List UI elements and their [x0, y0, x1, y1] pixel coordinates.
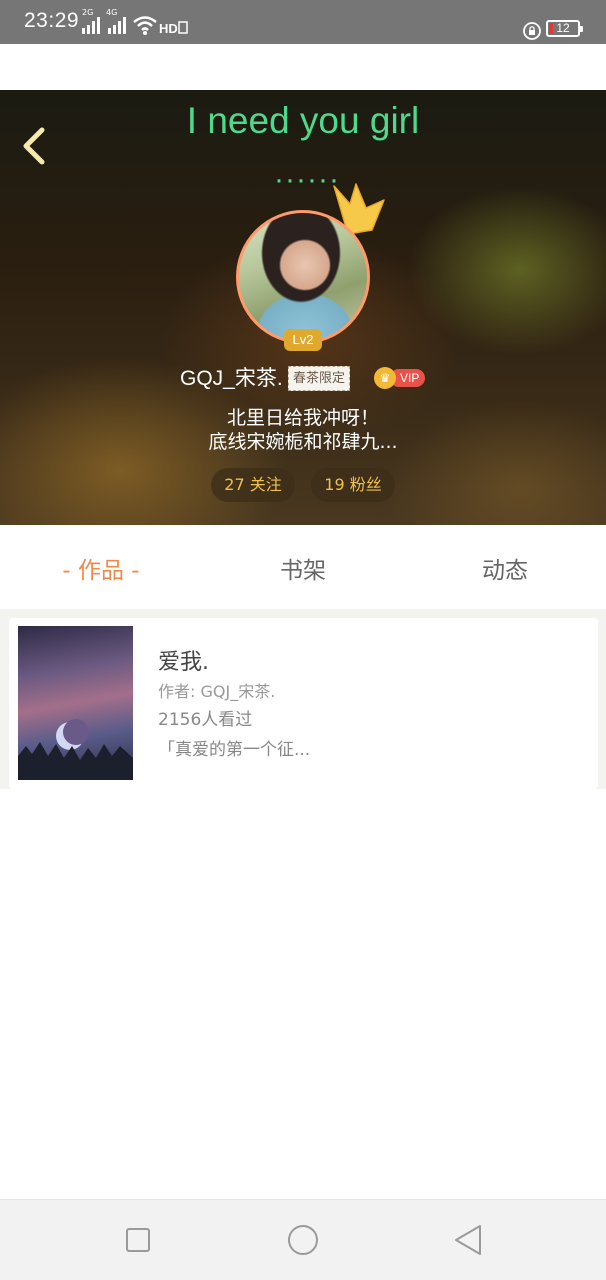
book-views: 2156人看过: [158, 710, 253, 730]
book-cover-art: [18, 719, 133, 780]
book-title: 爱我.: [158, 650, 209, 675]
status-bar: 23:29 2G 4G HD 12: [0, 0, 606, 44]
bio-line-1: 北里日给我冲呀！: [226, 407, 379, 429]
avatar[interactable]: [236, 210, 370, 344]
cell-signal-icon: [82, 17, 100, 34]
top-gap: [0, 44, 606, 90]
battery-indicator: 12: [546, 20, 583, 37]
square-icon[interactable]: [120, 1222, 156, 1258]
level-badge: Lv2: [284, 329, 322, 351]
cell-signal-icon-2: [108, 17, 126, 34]
book-description: 「真爱的第一个征...: [158, 740, 311, 760]
svg-text:HD: HD: [159, 21, 178, 36]
book-cover[interactable]: [18, 626, 133, 780]
followers-button[interactable]: 19 粉丝: [311, 468, 395, 502]
profile-header: I need you girl ······ Lv2 GQJ_宋茶. 春茶限定 …: [0, 90, 606, 525]
profile-tabs: - 作品 - 书架 动态: [0, 525, 606, 609]
system-nav-bar: [0, 1199, 606, 1280]
book-author: 作者: GQJ_宋茶.: [158, 682, 276, 701]
rotation-lock-icon: [523, 22, 541, 40]
hd-icon: HD: [159, 21, 188, 36]
wifi-icon: [133, 16, 157, 35]
triangle-back-icon[interactable]: [450, 1222, 486, 1258]
status-time: 23:29: [24, 9, 80, 32]
profile-title: I need you girl: [186, 100, 420, 141]
vip-crown-icon: ♛: [374, 367, 396, 389]
tab-works[interactable]: - 作品 -: [0, 551, 202, 585]
circle-icon[interactable]: [285, 1222, 321, 1258]
chevron-left-icon[interactable]: [14, 124, 54, 168]
tag-badge: 春茶限定: [288, 366, 351, 391]
tab-bookshelf[interactable]: 书架: [202, 551, 404, 585]
username: GQJ_宋茶.: [180, 367, 283, 390]
profile-bio: 北里日给我冲呀！ 底线宋婉栀和祁肆九...: [0, 406, 606, 454]
bio-line-2: 底线宋婉栀和祁肆九...: [208, 431, 398, 453]
tab-activity[interactable]: 动态: [404, 551, 606, 585]
signal-4g-label: 4G: [106, 8, 118, 17]
following-button[interactable]: 27 关注: [211, 468, 295, 502]
signal-2g-label: 2G: [82, 8, 94, 17]
